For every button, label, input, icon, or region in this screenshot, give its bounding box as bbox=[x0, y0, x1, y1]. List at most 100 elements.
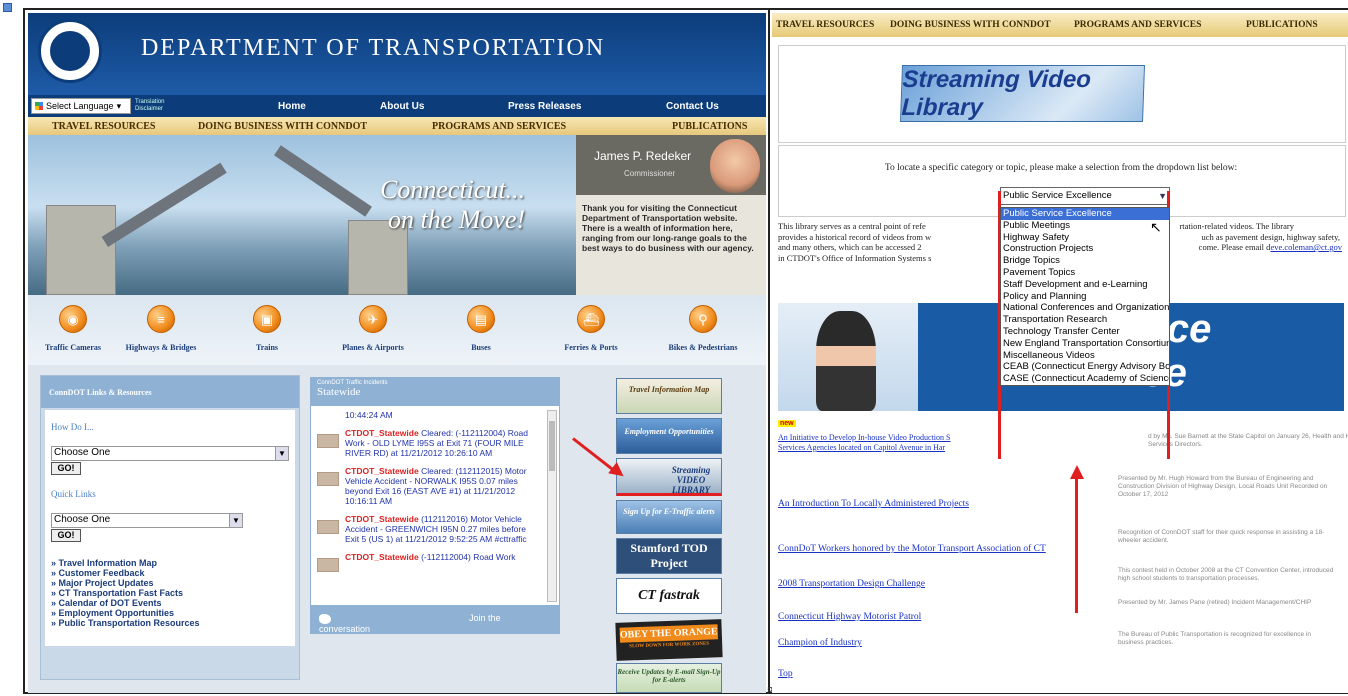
category-select[interactable]: Public Service Excellence ▼ bbox=[1000, 187, 1170, 205]
video-desc: Presented by Mr. James Pane (retired) In… bbox=[1118, 599, 1312, 606]
option-transportation-research[interactable]: Transportation Research bbox=[1001, 314, 1169, 326]
main-nav: Select Language ▾ Translation Disclaimer … bbox=[28, 95, 766, 117]
option-highway-safety[interactable]: Highway Safety bbox=[1001, 232, 1169, 244]
link-fast-facts[interactable]: CT Transportation Fast Facts bbox=[51, 588, 289, 598]
subnav-publications[interactable]: PUBLICATIONS bbox=[672, 121, 747, 132]
option-new-england-consortium[interactable]: New England Transportation Consortium bbox=[1001, 338, 1169, 350]
option-staff-development[interactable]: Staff Development and e-Learning bbox=[1001, 279, 1169, 291]
subnav-travel-resources[interactable]: TRAVEL RESOURCES bbox=[776, 20, 874, 30]
desc-line-b: provides a historical record of videos f… bbox=[778, 231, 932, 242]
option-ceab[interactable]: CEAB (Connecticut Energy Advisory Board) bbox=[1001, 361, 1169, 373]
video-link-design-challenge[interactable]: 2008 Transportation Design Challenge bbox=[778, 579, 925, 589]
commissioner-title: Commissioner bbox=[624, 169, 676, 178]
promo-e-traffic-alerts[interactable]: Sign Up for E-Traffic alerts bbox=[616, 500, 722, 534]
email-link[interactable]: eve.coleman@ct.gov bbox=[1270, 242, 1342, 252]
top-link[interactable]: Top bbox=[778, 669, 793, 679]
chevron-down-icon: ▾ bbox=[116, 100, 122, 111]
promo-stamford-tod[interactable]: Stamford TOD Project bbox=[616, 538, 722, 574]
quick-links-go-button[interactable]: GO! bbox=[51, 529, 81, 542]
promo-travel-info-map[interactable]: Travel Information Map bbox=[616, 378, 722, 414]
option-public-service-excellence[interactable]: Public Service Excellence bbox=[1001, 208, 1169, 220]
language-select[interactable]: Select Language ▾ bbox=[31, 98, 131, 114]
option-miscellaneous-videos[interactable]: Miscellaneous Videos bbox=[1001, 350, 1169, 362]
mode-ferries-ports[interactable]: ⛴ Ferries & Ports bbox=[546, 305, 636, 352]
option-case[interactable]: CASE (Connecticut Academy of Science and bbox=[1001, 373, 1169, 385]
nav-home[interactable]: Home bbox=[278, 101, 306, 112]
how-do-i-select[interactable]: Choose One ▼ bbox=[51, 446, 289, 461]
incident-source: CTDOT_Statewide bbox=[345, 466, 419, 476]
hero-banner: Connecticut... on the Move! bbox=[28, 135, 576, 295]
option-public-meetings[interactable]: Public Meetings bbox=[1001, 220, 1169, 232]
promo-obey-the-orange[interactable]: OBEY THE ORANGE SLOW DOWN FOR WORK ZONES bbox=[615, 619, 723, 661]
incident-item[interactable]: CTDOT_Statewide (112112016) Motor Vehicl… bbox=[311, 512, 545, 546]
link-major-project-updates[interactable]: Major Project Updates bbox=[51, 578, 289, 588]
join-conversation-link[interactable]: Join the conversation bbox=[319, 613, 501, 634]
video-link-motorist-patrol[interactable]: Connecticut Highway Motorist Patrol bbox=[778, 612, 921, 622]
promo-e-alerts[interactable]: Receive Updates by E-mail Sign-Up for E-… bbox=[616, 663, 722, 693]
bike-icon: ⚲ bbox=[689, 305, 717, 333]
mode-label: Highways & Bridges bbox=[125, 343, 197, 352]
pane-divider bbox=[768, 10, 770, 692]
video-link-locally-administered[interactable]: An Introduction To Locally Administered … bbox=[778, 499, 969, 509]
nav-about-us[interactable]: About Us bbox=[380, 101, 424, 112]
how-do-i-select-value: Choose One bbox=[54, 447, 111, 458]
twitter-footer[interactable]: Join the conversation bbox=[311, 605, 559, 634]
link-calendar[interactable]: Calendar of DOT Events bbox=[51, 598, 289, 608]
nav-press-releases[interactable]: Press Releases bbox=[508, 101, 581, 112]
video-link-champion-industry[interactable]: Champion of Industry bbox=[778, 638, 862, 648]
mode-planes-airports[interactable]: ✈ Planes & Airports bbox=[328, 305, 418, 352]
subnav-publications[interactable]: PUBLICATIONS bbox=[1246, 20, 1318, 30]
quick-links-select[interactable]: Choose One ▼ bbox=[51, 513, 243, 528]
video-desc: d by Ms. Sue Barnett at the State Capito… bbox=[1148, 433, 1348, 448]
subnav-programs-services[interactable]: PROGRAMS AND SERVICES bbox=[432, 121, 566, 132]
how-do-i-go-button[interactable]: GO! bbox=[51, 462, 81, 475]
option-construction-projects[interactable]: Construction Projects bbox=[1001, 243, 1169, 255]
subnav-doing-business[interactable]: DOING BUSINESS WITH CONNDOT bbox=[890, 20, 1051, 30]
video-link-in-house[interactable]: An Initiative to Develop In-house Video … bbox=[778, 433, 950, 453]
link-public-transport[interactable]: Public Transportation Resources bbox=[51, 618, 289, 628]
subnav-programs-services[interactable]: PROGRAMS AND SERVICES bbox=[1074, 20, 1201, 30]
incident-source: CTDOT_Statewide bbox=[345, 552, 419, 562]
option-pavement-topics[interactable]: Pavement Topics bbox=[1001, 267, 1169, 279]
mode-highways-bridges[interactable]: ≡ Highways & Bridges bbox=[116, 305, 206, 352]
map-thumbnail bbox=[317, 520, 339, 534]
incident-item[interactable]: CTDOT_Statewide Cleared: (112112015) Mot… bbox=[311, 464, 545, 508]
incident-item[interactable]: CTDOT_Statewide Cleared: (-112112004) Ro… bbox=[311, 426, 545, 460]
site-title: DEPARTMENT OF TRANSPORTATION bbox=[141, 35, 606, 61]
ct-dot-seal-logo[interactable] bbox=[38, 19, 102, 83]
plane-icon: ✈ bbox=[359, 305, 387, 333]
subnav-travel-resources[interactable]: TRAVEL RESOURCES bbox=[52, 121, 155, 132]
link-customer-feedback[interactable]: Customer Feedback bbox=[51, 568, 289, 578]
mode-label: Trains bbox=[255, 343, 279, 352]
incident-item[interactable]: CTDOT_Statewide (-112112004) Road Work bbox=[311, 550, 545, 574]
mode-bikes-pedestrians[interactable]: ⚲ Bikes & Pedestrians bbox=[658, 305, 748, 352]
translation-disclaimer-link[interactable]: Translation Disclaimer bbox=[135, 99, 165, 113]
mode-label: Traffic Cameras bbox=[44, 343, 102, 352]
promo-employment[interactable]: Employment Opportunities bbox=[616, 418, 722, 454]
new-badge: new bbox=[778, 420, 796, 427]
commissioner-box: James P. Redeker Commissioner Thank you … bbox=[576, 135, 766, 295]
hero-slogan: Connecticut... on the Move! bbox=[338, 175, 525, 235]
category-dropdown-list: Public Service Excellence Public Meeting… bbox=[1000, 207, 1170, 386]
link-employment[interactable]: Employment Opportunities bbox=[51, 608, 289, 618]
option-policy-planning[interactable]: Policy and Planning bbox=[1001, 291, 1169, 303]
map-thumbnail bbox=[317, 472, 339, 486]
video-library-page: TRAVEL RESOURCES DOING BUSINESS WITH CON… bbox=[772, 13, 1348, 693]
video-desc: The Bureau of Public Transportation is r… bbox=[1118, 631, 1311, 646]
mode-buses[interactable]: ▤ Buses bbox=[436, 305, 526, 352]
option-bridge-topics[interactable]: Bridge Topics bbox=[1001, 255, 1169, 267]
mode-traffic-cameras[interactable]: ◉ Traffic Cameras bbox=[28, 305, 118, 352]
mode-trains[interactable]: ▣ Trains bbox=[222, 305, 312, 352]
subnav-doing-business[interactable]: DOING BUSINESS WITH CONNDOT bbox=[198, 121, 367, 132]
promo-streaming-video-library[interactable]: Streaming VIDEO LIBRARY bbox=[616, 458, 722, 496]
option-technology-transfer[interactable]: Technology Transfer Center bbox=[1001, 326, 1169, 338]
scrollbar-thumb[interactable] bbox=[549, 421, 555, 471]
link-travel-info-map[interactable]: Travel Information Map bbox=[51, 558, 289, 568]
incidents-scrollbar[interactable] bbox=[547, 410, 557, 602]
video-link-motor-transport[interactable]: ConnDoT Workers honored by the Motor Tra… bbox=[778, 544, 1046, 554]
option-national-conferences[interactable]: National Conferences and Organizations bbox=[1001, 302, 1169, 314]
bridge-leaf-left bbox=[101, 162, 227, 247]
nav-contact-us[interactable]: Contact Us bbox=[666, 101, 719, 112]
promo-ct-fastrak[interactable]: CT fastrak bbox=[616, 578, 722, 614]
commissioner-header: James P. Redeker Commissioner bbox=[576, 135, 766, 195]
